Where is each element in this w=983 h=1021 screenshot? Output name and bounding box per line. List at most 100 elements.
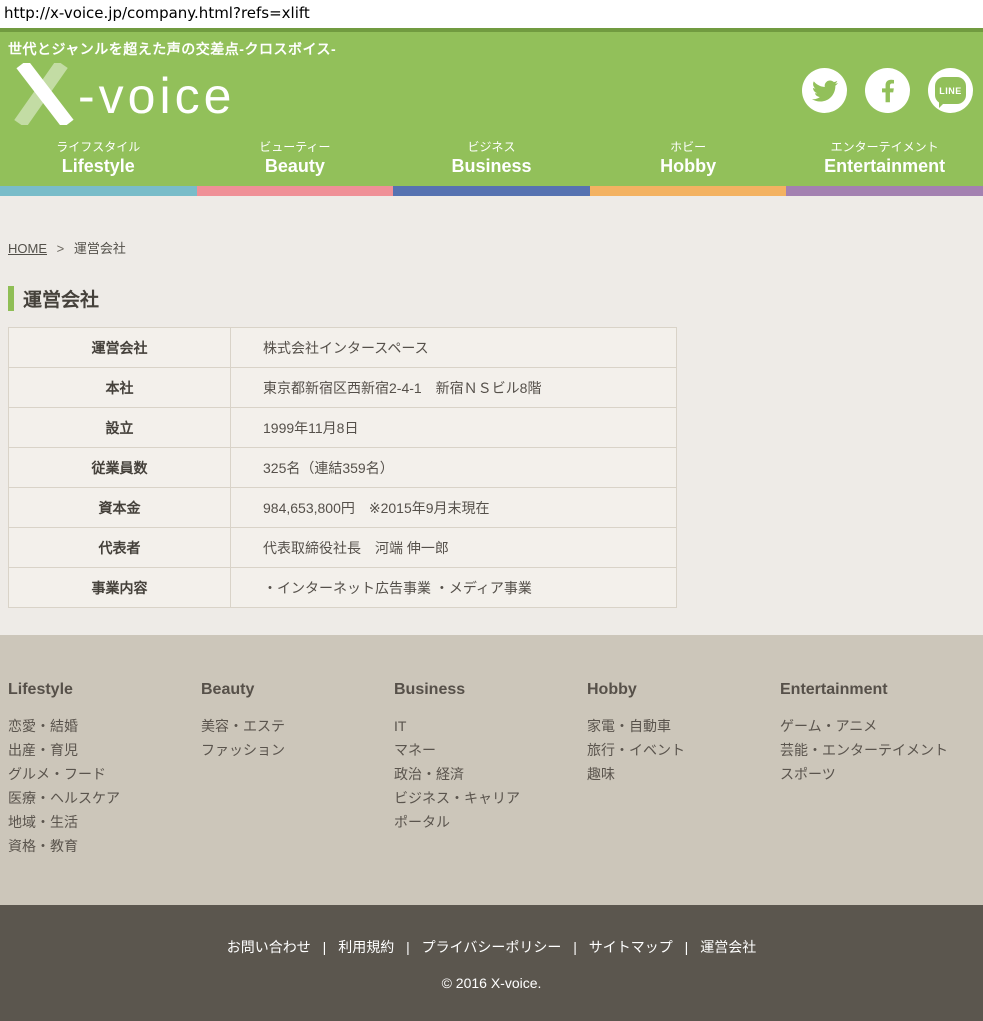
nav-item-beauty[interactable]: ビューティー Beauty	[197, 137, 394, 186]
table-row: 本社 東京都新宿区西新宿2-4-1 新宿ＮＳビル8階	[9, 368, 677, 408]
footer-col-business: Business IT マネー 政治・経済 ビジネス・キャリア ポータル	[394, 681, 587, 905]
footer-link[interactable]: IT	[394, 714, 587, 738]
row-label: 代表者	[9, 528, 231, 568]
table-row: 事業内容 ・インターネット広告事業 ・メディア事業	[9, 568, 677, 608]
footer-heading-business[interactable]: Business	[394, 681, 587, 699]
nav-color-strip	[0, 186, 983, 196]
site-tagline: 世代とジャンルを超えた声の交差点-クロスボイス-	[8, 39, 983, 59]
nav-item-lifestyle[interactable]: ライフスタイル Lifestyle	[0, 137, 197, 186]
main-content: HOME > 運営会社 運営会社 運営会社 株式会社インタースペース 本社 東京…	[0, 196, 983, 635]
footer-link[interactable]: マネー	[394, 738, 587, 762]
footer-link[interactable]: 政治・経済	[394, 762, 587, 786]
line-bubble-icon: LINE	[935, 77, 966, 104]
footer-link-company[interactable]: 運営会社	[700, 939, 756, 955]
footer-col-hobby: Hobby 家電・自動車 旅行・イベント 趣味	[587, 681, 780, 905]
footer-link[interactable]: 芸能・エンターテイメント	[780, 738, 973, 762]
row-label: 従業員数	[9, 448, 231, 488]
footer-link[interactable]: 出産・育児	[8, 738, 201, 762]
footer-link[interactable]: 美容・エステ	[201, 714, 394, 738]
footer-col-entertainment: Entertainment ゲーム・アニメ 芸能・エンターテイメント スポーツ	[780, 681, 973, 905]
breadcrumb: HOME > 運営会社	[0, 196, 983, 257]
nav-item-entertainment[interactable]: エンターテイメント Entertainment	[786, 137, 983, 186]
twitter-icon[interactable]	[802, 68, 847, 113]
line-icon[interactable]: LINE	[928, 68, 973, 113]
nav-item-hobby[interactable]: ホビー Hobby	[590, 137, 787, 186]
site-logo[interactable]: -voice	[10, 63, 310, 125]
footer-nav: Lifestyle 恋愛・結婚 出産・育児 グルメ・フード 医療・ヘルスケア 地…	[0, 635, 983, 905]
nav-label-en: Hobby	[590, 155, 787, 178]
nav-label-en: Business	[393, 155, 590, 178]
footer-link[interactable]: 医療・ヘルスケア	[8, 786, 201, 810]
logo-text: -voice	[78, 67, 235, 125]
footer-bottom-links: お問い合わせ | 利用規約 | プライバシーポリシー | サイトマップ | 運営…	[0, 937, 983, 957]
footer-link[interactable]: ゲーム・アニメ	[780, 714, 973, 738]
footer-heading-hobby[interactable]: Hobby	[587, 681, 780, 699]
row-value: 1999年11月8日	[231, 408, 677, 448]
main-nav: ライフスタイル Lifestyle ビューティー Beauty ビジネス Bus…	[0, 137, 983, 186]
row-label: 事業内容	[9, 568, 231, 608]
table-row: 資本金 984,653,800円 ※2015年9月末現在	[9, 488, 677, 528]
footer-link[interactable]: スポーツ	[780, 762, 973, 786]
breadcrumb-current: 運営会社	[74, 241, 126, 256]
nav-label-jp: ホビー	[590, 139, 787, 155]
footer-heading-beauty[interactable]: Beauty	[201, 681, 394, 699]
url-text: http://x-voice.jp/company.html?refs=xlif…	[0, 0, 983, 28]
footer-link[interactable]: 趣味	[587, 762, 780, 786]
footer-link[interactable]: グルメ・フード	[8, 762, 201, 786]
row-label: 本社	[9, 368, 231, 408]
footer-link-separator: |	[685, 939, 689, 955]
strip-business	[393, 186, 590, 196]
footer-link[interactable]: 家電・自動車	[587, 714, 780, 738]
line-label: LINE	[939, 86, 962, 96]
footer-link-contact[interactable]: お問い合わせ	[227, 939, 311, 955]
strip-entertainment	[786, 186, 983, 196]
page-title: 運営会社	[8, 285, 983, 312]
table-row: 運営会社 株式会社インタースペース	[9, 328, 677, 368]
nav-label-jp: ライフスタイル	[0, 139, 197, 155]
logo-x-icon	[10, 63, 76, 125]
facebook-icon[interactable]	[865, 68, 910, 113]
nav-label-jp: エンターテイメント	[786, 139, 983, 155]
table-row: 設立 1999年11月8日	[9, 408, 677, 448]
nav-label-jp: ビューティー	[197, 139, 394, 155]
footer-col-beauty: Beauty 美容・エステ ファッション	[201, 681, 394, 905]
nav-label-en: Lifestyle	[0, 155, 197, 178]
row-value: 325名（連結359名）	[231, 448, 677, 488]
footer-link-separator: |	[573, 939, 577, 955]
nav-label-jp: ビジネス	[393, 139, 590, 155]
footer-link-sitemap[interactable]: サイトマップ	[589, 939, 673, 955]
strip-lifestyle	[0, 186, 197, 196]
row-label: 運営会社	[9, 328, 231, 368]
nav-label-en: Entertainment	[786, 155, 983, 178]
strip-hobby	[590, 186, 787, 196]
nav-item-business[interactable]: ビジネス Business	[393, 137, 590, 186]
row-value: 984,653,800円 ※2015年9月末現在	[231, 488, 677, 528]
table-row: 代表者 代表取締役社長 河端 伸一郎	[9, 528, 677, 568]
row-value: 株式会社インタースペース	[231, 328, 677, 368]
footer-col-lifestyle: Lifestyle 恋愛・結婚 出産・育児 グルメ・フード 医療・ヘルスケア 地…	[8, 681, 201, 905]
row-value: 東京都新宿区西新宿2-4-1 新宿ＮＳビル8階	[231, 368, 677, 408]
row-label: 設立	[9, 408, 231, 448]
footer-link[interactable]: 地域・生活	[8, 810, 201, 834]
footer-link[interactable]: ポータル	[394, 810, 587, 834]
footer-heading-lifestyle[interactable]: Lifestyle	[8, 681, 201, 699]
social-links: LINE	[802, 68, 973, 113]
footer-link-terms[interactable]: 利用規約	[338, 939, 394, 955]
row-label: 資本金	[9, 488, 231, 528]
footer-link[interactable]: ファッション	[201, 738, 394, 762]
strip-beauty	[197, 186, 394, 196]
footer-link[interactable]: 旅行・イベント	[587, 738, 780, 762]
copyright: © 2016 X-voice.	[0, 975, 983, 991]
footer-link-privacy[interactable]: プライバシーポリシー	[422, 939, 562, 955]
footer-link-separator: |	[406, 939, 410, 955]
row-value: ・インターネット広告事業 ・メディア事業	[231, 568, 677, 608]
footer-link[interactable]: 資格・教育	[8, 834, 201, 858]
company-info-table: 運営会社 株式会社インタースペース 本社 東京都新宿区西新宿2-4-1 新宿ＮＳ…	[8, 327, 677, 608]
breadcrumb-home-link[interactable]: HOME	[8, 241, 47, 256]
nav-label-en: Beauty	[197, 155, 394, 178]
footer-heading-entertainment[interactable]: Entertainment	[780, 681, 973, 699]
table-row: 従業員数 325名（連結359名）	[9, 448, 677, 488]
footer-bottom: お問い合わせ | 利用規約 | プライバシーポリシー | サイトマップ | 運営…	[0, 905, 983, 1021]
footer-link[interactable]: 恋愛・結婚	[8, 714, 201, 738]
footer-link[interactable]: ビジネス・キャリア	[394, 786, 587, 810]
